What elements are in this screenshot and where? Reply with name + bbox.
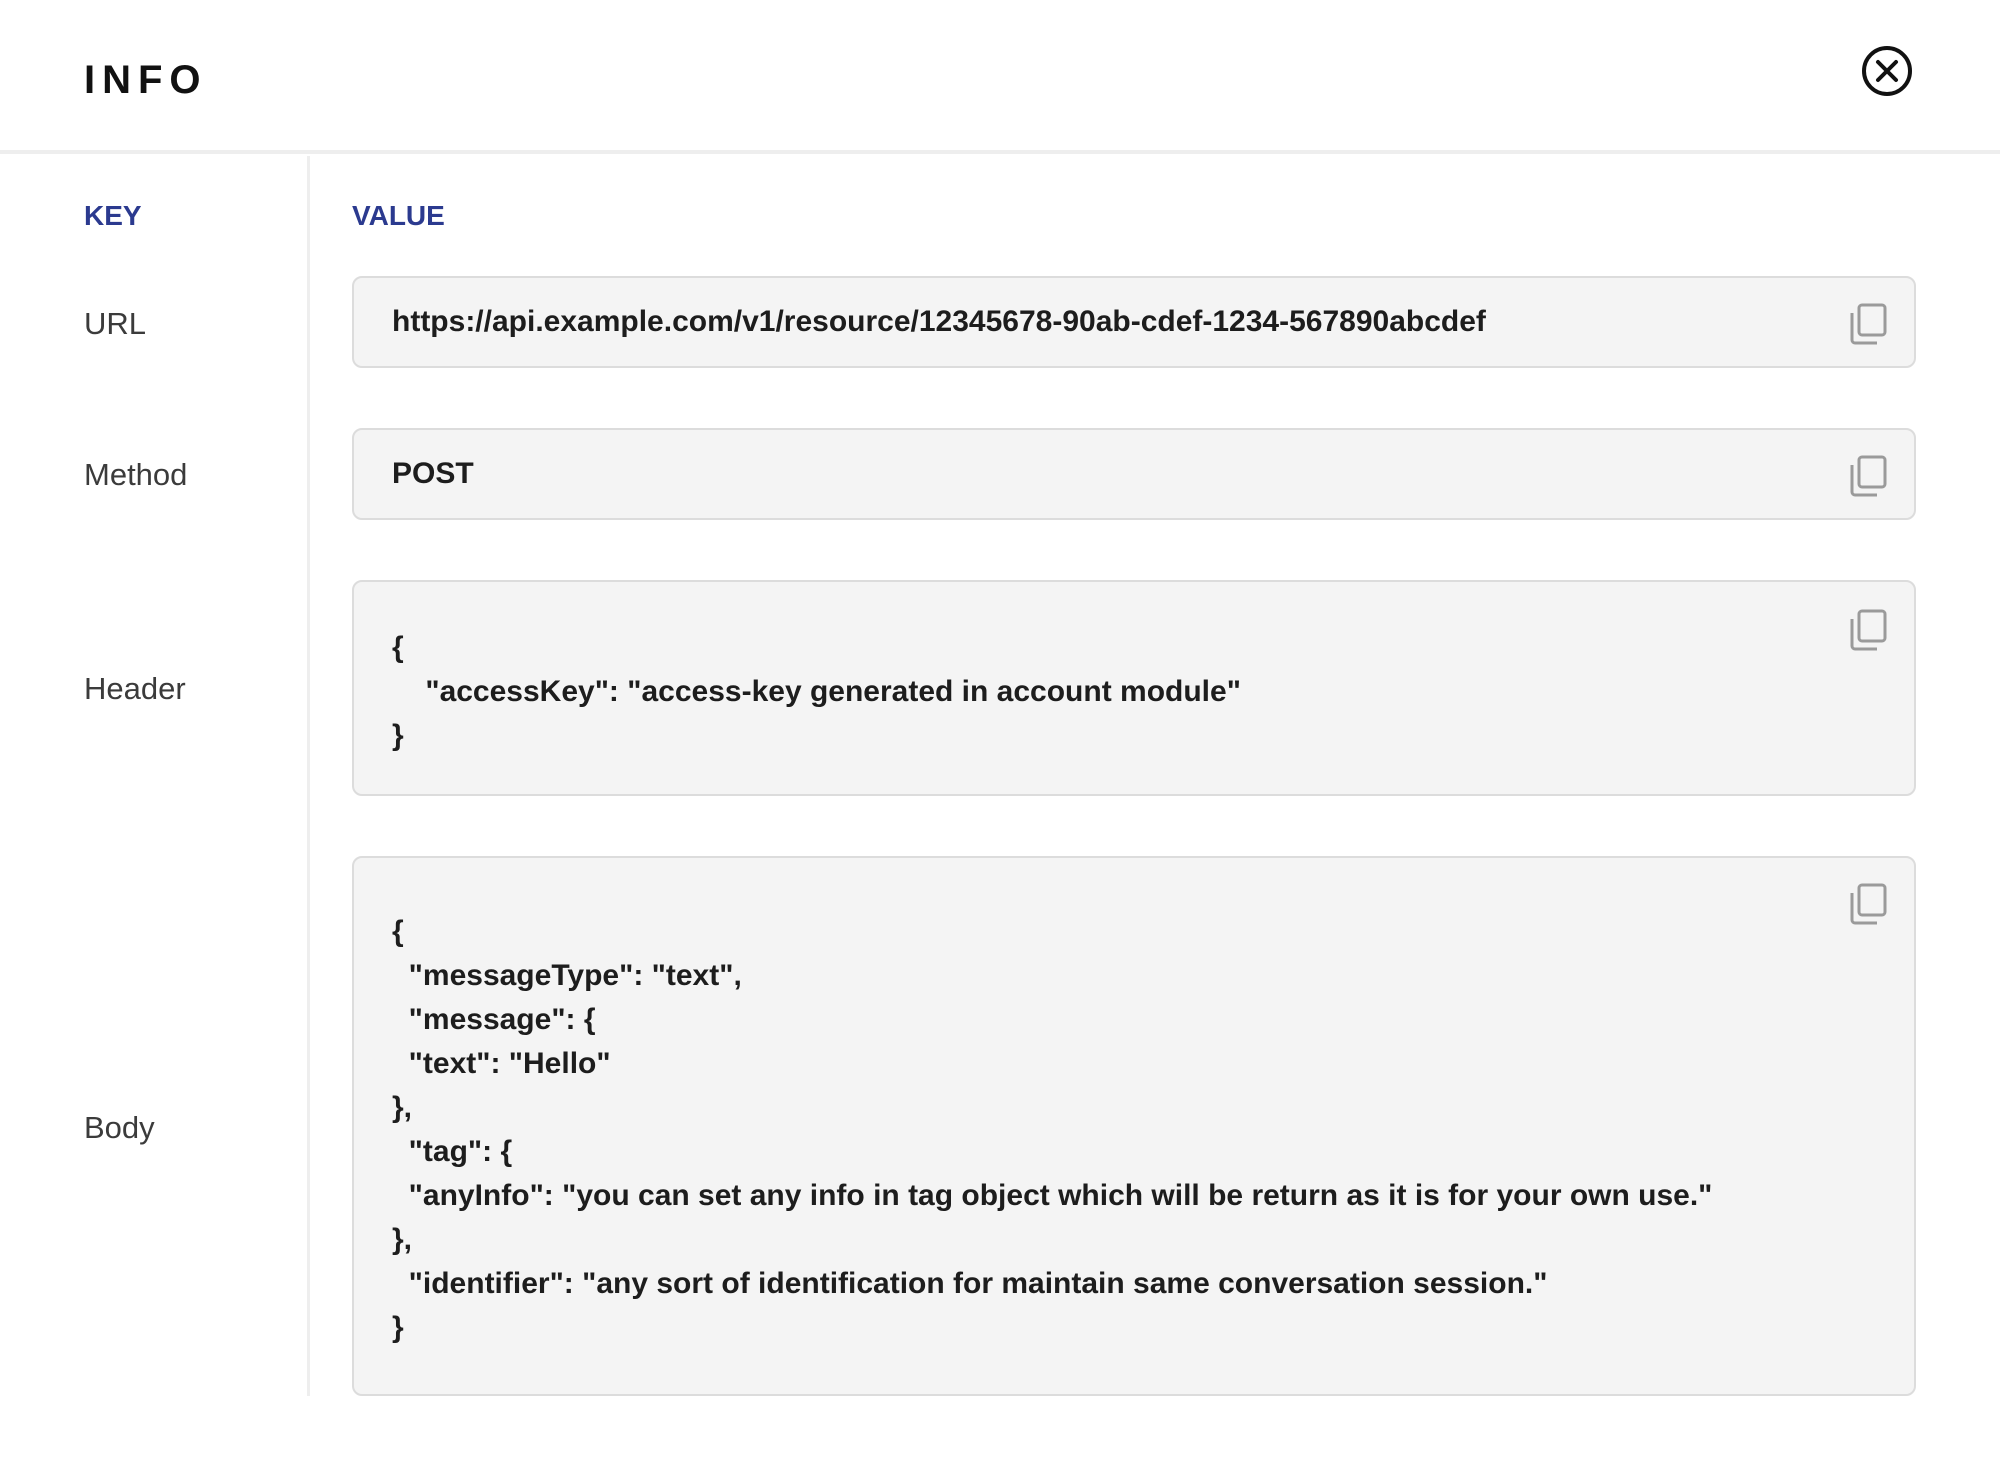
copy-url-button[interactable]: [1848, 302, 1888, 346]
value-header: { "accessKey": "access-key generated in …: [392, 631, 1241, 752]
row-key-method: Method: [84, 457, 188, 492]
copy-icon: [1850, 609, 1887, 651]
value-box-method: POST: [352, 428, 1916, 520]
copy-icon: [1850, 303, 1887, 345]
row-key-header: Header: [84, 671, 186, 706]
dialog-header: INFO: [0, 0, 2000, 154]
row-key-url: URL: [84, 306, 147, 341]
value-box-body: { "messageType": "text", "message": { "t…: [352, 856, 1916, 1396]
value-box-url: https://api.example.com/v1/resource/1234…: [352, 276, 1916, 368]
value-body: { "messageType": "text", "message": { "t…: [392, 915, 1713, 1344]
row-key-body: Body: [84, 1110, 155, 1145]
copy-icon: [1850, 455, 1887, 497]
value-method: POST: [392, 457, 474, 490]
value-box-header: { "accessKey": "access-key generated in …: [352, 580, 1916, 796]
key-column-header: KEY: [84, 200, 142, 231]
copy-method-button[interactable]: [1848, 454, 1888, 498]
dialog-title: INFO: [84, 58, 208, 102]
close-circle-icon: [1862, 46, 1912, 96]
copy-icon: [1850, 883, 1887, 925]
close-button[interactable]: [1860, 44, 1914, 98]
copy-body-button[interactable]: [1848, 882, 1888, 926]
value-url: https://api.example.com/v1/resource/1234…: [392, 305, 1486, 338]
value-column-header: VALUE: [352, 200, 445, 231]
column-divider: [307, 156, 310, 1396]
copy-header-button[interactable]: [1848, 608, 1888, 652]
